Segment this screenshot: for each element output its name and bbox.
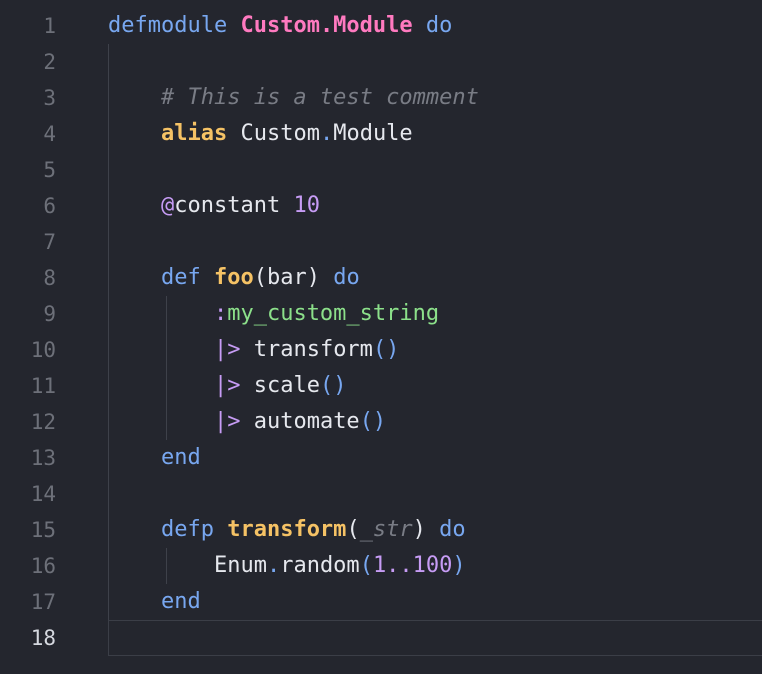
code-line[interactable]: end — [108, 440, 762, 476]
number: 10 — [293, 193, 320, 218]
paren-open: ( — [359, 553, 373, 578]
function-call: transform — [253, 337, 373, 362]
line-number: 9 — [43, 302, 56, 326]
line-number: 8 — [43, 266, 56, 290]
pipe-operator: |> — [213, 337, 241, 362]
module-name: Enum — [213, 553, 267, 578]
paren-open: ( — [253, 265, 267, 290]
code-line[interactable]: alias Custom.Module — [108, 116, 762, 152]
line-number: 17 — [30, 590, 56, 614]
code-line[interactable]: defp transform(_str) do — [108, 512, 762, 548]
code-line[interactable]: :my_custom_string — [108, 296, 762, 332]
keyword-do: do — [439, 517, 466, 542]
line-number: 10 — [30, 338, 56, 362]
code-line[interactable]: Enum.random(1..100) — [108, 548, 762, 584]
module-part: Module — [333, 121, 413, 146]
keyword-alias: alias — [160, 121, 228, 146]
function-name: transform — [227, 517, 347, 542]
line-number: 6 — [43, 194, 56, 218]
line-number: 2 — [43, 50, 56, 74]
keyword-do: do — [425, 13, 453, 38]
code-line[interactable]: @constant 10 — [108, 188, 762, 224]
keyword-end: end — [160, 589, 201, 614]
paren-close: ) — [306, 265, 320, 290]
dot: . — [319, 121, 334, 146]
line-number: 12 — [30, 410, 56, 434]
active-code-line[interactable] — [108, 620, 762, 656]
module-part: Custom — [240, 121, 320, 146]
paren-close: ) — [412, 517, 426, 542]
line-number: 4 — [43, 122, 56, 146]
keyword-def: def — [160, 265, 201, 290]
paren-open: ( — [346, 517, 360, 542]
code-line[interactable]: def foo(bar) do — [108, 260, 762, 296]
attribute-name: constant — [174, 193, 281, 218]
module-name: Custom.Module — [240, 13, 413, 38]
parens: () — [359, 409, 387, 434]
function-call: scale — [253, 373, 320, 398]
atom-colon: : — [213, 301, 228, 326]
atom: my_custom_string — [227, 301, 440, 326]
line-number-gutter: 1 2 3 4 5 6 7 8 9 10 11 12 13 14 15 16 1… — [0, 8, 70, 656]
line-number-active: 18 — [30, 626, 56, 650]
keyword-end: end — [160, 445, 201, 470]
code-editor[interactable]: 1 2 3 4 5 6 7 8 9 10 11 12 13 14 15 16 1… — [0, 0, 762, 674]
argument: _str — [359, 517, 413, 542]
line-number: 1 — [43, 14, 56, 38]
code-area[interactable]: defmodule Custom.Module do # This is a t… — [108, 8, 762, 656]
code-line[interactable] — [108, 224, 762, 260]
line-number: 11 — [30, 374, 56, 398]
paren-close: ) — [452, 553, 466, 578]
code-line[interactable] — [108, 44, 762, 80]
argument: bar — [266, 265, 307, 290]
comment: # This is a test comment — [160, 85, 479, 110]
line-number: 5 — [43, 158, 56, 182]
function-name: foo — [213, 265, 254, 290]
keyword-defmodule: defmodule — [108, 13, 228, 38]
line-number: 16 — [30, 554, 56, 578]
code-line[interactable] — [108, 476, 762, 512]
code-line[interactable]: defmodule Custom.Module do — [108, 8, 762, 44]
dot: . — [266, 553, 281, 578]
function-call: automate — [253, 409, 360, 434]
line-number: 7 — [43, 230, 56, 254]
attribute-at: @ — [160, 193, 175, 218]
code-line[interactable]: |> automate() — [108, 404, 762, 440]
line-number: 3 — [43, 86, 56, 110]
parens: () — [319, 373, 347, 398]
code-line[interactable] — [108, 152, 762, 188]
pipe-operator: |> — [213, 373, 241, 398]
code-line[interactable]: |> scale() — [108, 368, 762, 404]
code-line[interactable]: |> transform() — [108, 332, 762, 368]
code-line[interactable]: # This is a test comment — [108, 80, 762, 116]
line-number: 14 — [30, 482, 56, 506]
line-number: 15 — [30, 518, 56, 542]
range: 1..100 — [372, 553, 453, 578]
code-line[interactable]: end — [108, 584, 762, 620]
parens: () — [372, 337, 400, 362]
line-number: 13 — [30, 446, 56, 470]
pipe-operator: |> — [213, 409, 241, 434]
keyword-do: do — [333, 265, 360, 290]
keyword-defp: defp — [160, 517, 214, 542]
function-call: random — [280, 553, 360, 578]
